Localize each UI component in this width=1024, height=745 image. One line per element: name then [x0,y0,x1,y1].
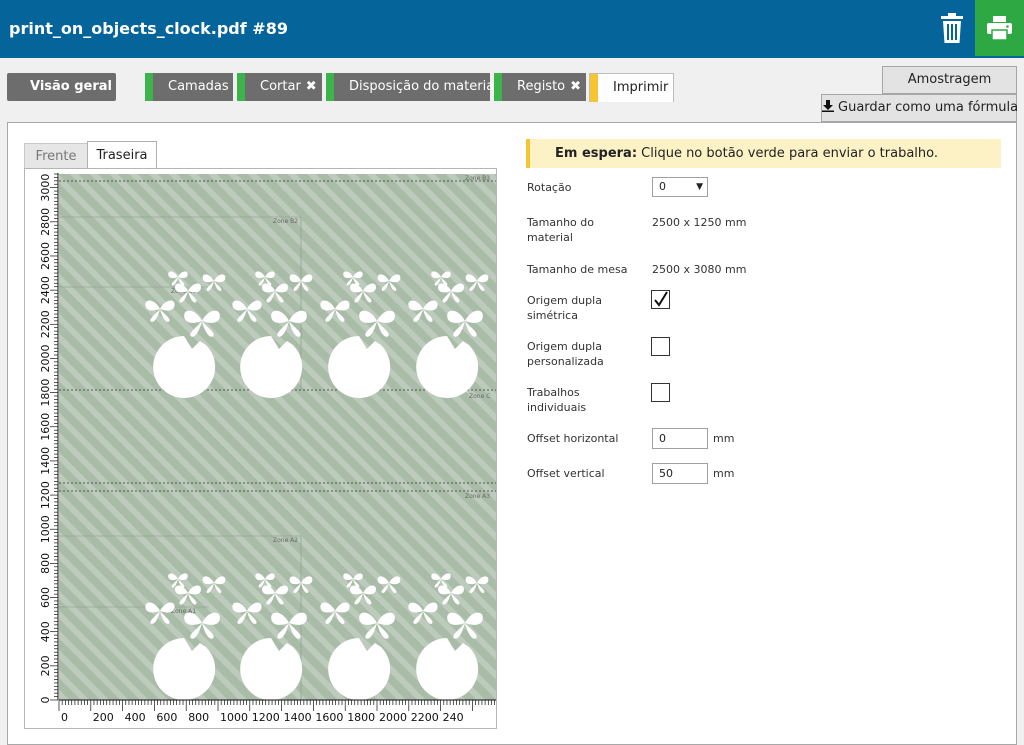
ruler-tick-label: 1200 [39,481,52,509]
save-formula-button[interactable]: Guardar como uma fórmula [821,94,1019,122]
close-icon[interactable]: ✖ [570,73,581,101]
ruler-tick-label: 1800 [39,379,52,407]
chevron-down-icon: ▼ [696,182,703,192]
ruler-tick-label: 200 [39,655,52,676]
ruler-tick-label: 1000 [39,515,52,543]
printer-icon [987,16,1012,40]
ruler-tick-label: 400 [125,711,146,724]
ruler-tick-label: 2000 [379,711,407,724]
tab-layers[interactable]: Camadas [145,73,233,101]
tab-front-label: Frente [35,149,77,164]
offset-vertical-input[interactable]: 50 [652,463,708,484]
dual-symmetric-checkbox[interactable] [651,290,670,309]
tab-media-layout[interactable]: Disposição do material [326,73,498,101]
offset-horizontal-label: Offset horizontal [527,432,619,445]
tab-layers-label: Camadas [168,79,229,94]
tab-media-layout-label: Disposição do material [349,79,498,94]
tab-back-label: Traseira [96,148,148,163]
ruler-tick-label: 1400 [284,711,312,724]
ruler-tick-label: 2600 [39,242,52,270]
job-title: print_on_objects_clock.pdf #89 [9,19,288,38]
rotation-select[interactable]: 0 ▼ [652,177,708,197]
tab-cut[interactable]: Cortar ✖ [237,73,322,101]
status-label: Em espera: [555,146,638,161]
tab-overview[interactable]: Visão geral [7,73,116,101]
tab-cut-label: Cortar [260,79,301,94]
table-layout-canvas: Zone B3 Zone B2 Zone B1 Zone C Zone A3 Z… [25,169,496,728]
ruler-tick-label: 1600 [39,413,52,441]
tab-register-label: Registo [517,79,566,94]
ruler-tick-label: 1600 [315,711,343,724]
sampling-label: Amostragem [907,72,992,87]
status-banner: Em espera: Clique no botão verde para en… [526,139,1001,168]
ruler-tick-label: 0 [39,697,52,704]
offset-horizontal-input[interactable]: 0 [652,428,708,449]
close-icon[interactable]: ✖ [306,73,317,101]
tab-status-bar [590,74,598,102]
checkmark-icon [654,291,668,307]
ruler-tick-label: 2400 [39,276,52,304]
ruler-tick-label: 800 [39,553,52,574]
ruler-tick-label: 2000 [39,344,52,372]
zone-label: Zone B3 [465,175,490,182]
ruler-tick-label: 600 [39,587,52,608]
rotation-value: 0 [659,180,666,193]
offset-horizontal-value: 0 [659,432,666,445]
save-formula-label: Guardar como uma fórmula [838,100,1019,115]
tab-status-bar [237,73,245,101]
ruler-tick-label: 3000 [39,174,52,202]
ruler-tick-label: 240 [443,711,464,724]
zone-label: Zone C [469,393,490,400]
ruler-tick-label: 1800 [347,711,375,724]
zone-label: Zone B2 [273,218,298,225]
ruler-tick-label: 0 [61,711,68,724]
tab-status-bar [145,73,153,101]
offset-vertical-value: 50 [659,467,673,480]
zone-label: Zone A3 [465,493,490,500]
layout-preview: Zone B3 Zone B2 Zone B1 Zone C Zone A3 Z… [24,168,497,729]
dual-custom-label: Origem dupla personalizada [527,340,604,368]
tab-print-label: Imprimir [613,80,669,95]
tab-back[interactable]: Traseira [87,141,157,169]
ruler-tick-label: 400 [39,621,52,642]
ruler-tick-label: 800 [188,711,209,724]
tab-register[interactable]: Registo ✖ [494,73,586,101]
tab-status-bar [326,73,334,101]
tab-status-bar [494,73,502,101]
trash-icon[interactable] [938,12,966,44]
table-size-label: Tamanho de mesa [527,263,628,276]
download-icon [822,100,834,112]
offset-horizontal-unit: mm [713,432,735,445]
ruler-tick-label: 2200 [39,310,52,338]
dual-custom-checkbox[interactable] [651,337,670,356]
ruler-tick-label: 200 [93,711,114,724]
ruler-tick-label: 1000 [220,711,248,724]
ruler-tick-label: 1200 [252,711,280,724]
zone-label: Zone A2 [273,537,298,544]
rotation-label: Rotação [527,181,572,194]
print-button[interactable] [975,0,1024,56]
ruler-tick-label: 2200 [411,711,439,724]
status-message: Clique no botão verde para enviar o trab… [637,146,939,161]
ruler-tick-label: 1400 [39,447,52,475]
table-size-value: 2500 x 3080 mm [652,263,747,276]
ruler-tick-label: 600 [156,711,177,724]
tab-print[interactable]: Imprimir [589,73,674,102]
individual-jobs-label: Trabalhos individuais [527,386,587,414]
tab-front[interactable]: Frente [24,143,88,169]
dual-symmetric-label: Origem dupla simétrica [527,294,602,322]
sampling-button[interactable]: Amostragem [882,66,1017,94]
media-size-value: 2500 x 1250 mm [652,216,747,229]
offset-vertical-label: Offset vertical [527,467,605,480]
media-size-label: Tamanho do material [527,216,594,244]
ruler-tick-label: 2800 [39,208,52,236]
title-bar: print_on_objects_clock.pdf #89 [0,0,1024,58]
individual-jobs-checkbox[interactable] [651,383,670,402]
offset-vertical-unit: mm [713,467,735,480]
tab-overview-label: Visão geral [30,79,113,94]
